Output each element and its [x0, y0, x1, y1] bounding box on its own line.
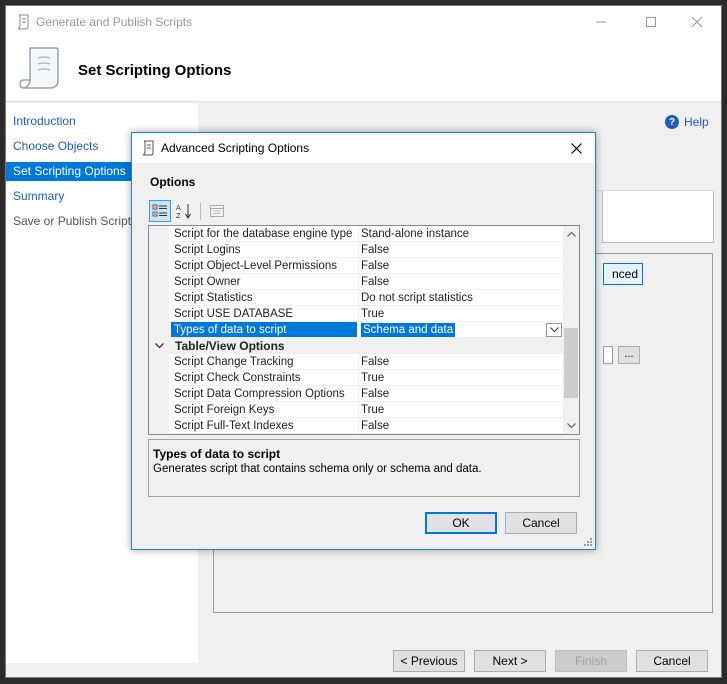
property-name: Script Check Constraints [171, 370, 357, 386]
property-value: False [358, 258, 564, 274]
property-value: True [358, 370, 564, 386]
maximize-button[interactable] [628, 6, 674, 38]
property-name: Script Statistics [171, 290, 357, 306]
browse-button[interactable]: ... [618, 346, 640, 364]
property-value: True [358, 306, 564, 322]
help-link[interactable]: ? Help [665, 115, 709, 129]
property-value: False [358, 386, 564, 402]
property-pages-icon [210, 205, 224, 217]
svg-text:A: A [176, 204, 181, 212]
toolbar-separator [200, 202, 201, 220]
resize-grip-icon[interactable] [583, 537, 593, 547]
minimize-icon [596, 21, 606, 23]
background-panel-box [602, 191, 714, 243]
next-button[interactable]: Next > [474, 650, 546, 672]
property-name: Script Data Compression Options [171, 386, 357, 402]
property-row[interactable]: Script for the database engine type Stan… [149, 226, 564, 242]
chevron-down-icon [154, 343, 164, 349]
description-text: Generates script that contains schema on… [153, 463, 482, 475]
property-row[interactable]: Script Foreign Keys True [149, 402, 564, 418]
property-value-dropdown[interactable]: Schema and data [358, 322, 564, 338]
dropdown-button[interactable] [546, 323, 562, 337]
vertical-scrollbar[interactable] [563, 226, 579, 434]
description-title: Types of data to script [153, 447, 281, 461]
property-name: Script USE DATABASE [171, 306, 357, 322]
scroll-down-button[interactable] [563, 418, 579, 434]
alphabetical-button[interactable]: A Z [173, 200, 195, 222]
chevron-up-icon [566, 231, 576, 237]
minimize-button[interactable] [578, 6, 624, 38]
property-row[interactable]: Script Data Compression Options False [149, 386, 564, 402]
help-icon: ? [665, 115, 679, 129]
file-path-input[interactable] [603, 346, 613, 364]
property-grid-rows: Script for the database engine type Stan… [149, 226, 564, 434]
property-row[interactable]: Script Object-Level Permissions False [149, 258, 564, 274]
property-row[interactable]: Script Full-Text Indexes False [149, 418, 564, 434]
advanced-button[interactable]: nced [603, 263, 643, 285]
close-icon [570, 142, 582, 154]
property-grid-toolbar: A Z [149, 200, 228, 222]
dialog-cancel-button[interactable]: Cancel [505, 512, 577, 534]
scroll-icon [17, 14, 29, 30]
category-label: Table/View Options [175, 339, 285, 353]
scroll-icon [142, 140, 154, 156]
property-value: False [358, 354, 564, 370]
chevron-down-icon [566, 423, 576, 429]
svg-text:Z: Z [176, 212, 181, 220]
title-bar: Generate and Publish Scripts [6, 6, 721, 38]
property-name: Types of data to script [171, 322, 357, 338]
nav-item-introduction[interactable]: Introduction [6, 112, 198, 131]
property-row[interactable]: Script Check Constraints True [149, 370, 564, 386]
dialog-title-bar: Advanced Scripting Options [132, 133, 595, 163]
cancel-button[interactable]: Cancel [636, 650, 708, 672]
property-value: True [358, 402, 564, 418]
sort-alphabetical-icon: A Z [176, 204, 191, 220]
property-name: Script Owner [171, 274, 357, 290]
wizard-header: Set Scripting Options [6, 38, 721, 102]
property-grid: Script for the database engine type Stan… [148, 225, 580, 435]
collapse-toggle[interactable] [149, 338, 169, 354]
property-value: False [358, 274, 564, 290]
chevron-down-icon [549, 327, 559, 333]
property-value: Stand-alone instance [358, 226, 564, 242]
property-row[interactable]: Script Statistics Do not script statisti… [149, 290, 564, 306]
close-icon [692, 17, 702, 27]
scrollbar-thumb[interactable] [564, 328, 578, 398]
property-name: Script Logins [171, 242, 357, 258]
property-row[interactable]: Script Change Tracking False [149, 354, 564, 370]
property-value: Do not script statistics [358, 290, 564, 306]
property-pages-button [206, 200, 228, 222]
property-name: Script Object-Level Permissions [171, 258, 357, 274]
selected-value: Schema and data [361, 323, 456, 337]
maximize-icon [646, 17, 656, 27]
property-name: Script for the database engine type [171, 226, 357, 242]
property-category[interactable]: Table/View Options [149, 338, 564, 354]
property-value: False [358, 242, 564, 258]
property-row[interactable]: Script Owner False [149, 274, 564, 290]
close-button[interactable] [674, 6, 720, 38]
property-name: Script Full-Text Indexes [171, 418, 357, 434]
categorized-icon [152, 204, 167, 217]
window-title: Generate and Publish Scripts [36, 15, 193, 29]
dialog-close-button[interactable] [561, 135, 591, 161]
property-value: False [358, 418, 564, 434]
description-panel: Types of data to script Generates script… [148, 439, 580, 497]
scroll-icon [19, 47, 59, 89]
scroll-up-button[interactable] [563, 226, 579, 242]
property-name: Script Change Tracking [171, 354, 357, 370]
property-row[interactable]: Script Logins False [149, 242, 564, 258]
categorized-button[interactable] [149, 200, 171, 222]
property-row-selected[interactable]: Types of data to script Schema and data [149, 322, 564, 338]
ok-button[interactable]: OK [425, 512, 497, 534]
previous-button[interactable]: < Previous [393, 650, 465, 672]
page-title: Set Scripting Options [78, 62, 232, 79]
help-label: Help [684, 115, 709, 129]
finish-button: Finish [555, 650, 627, 672]
property-name: Script Foreign Keys [171, 402, 357, 418]
options-heading: Options [150, 175, 196, 189]
dialog-title: Advanced Scripting Options [161, 141, 310, 155]
property-row[interactable]: Script USE DATABASE True [149, 306, 564, 322]
advanced-scripting-options-dialog: Advanced Scripting Options Options A Z S… [131, 132, 596, 550]
